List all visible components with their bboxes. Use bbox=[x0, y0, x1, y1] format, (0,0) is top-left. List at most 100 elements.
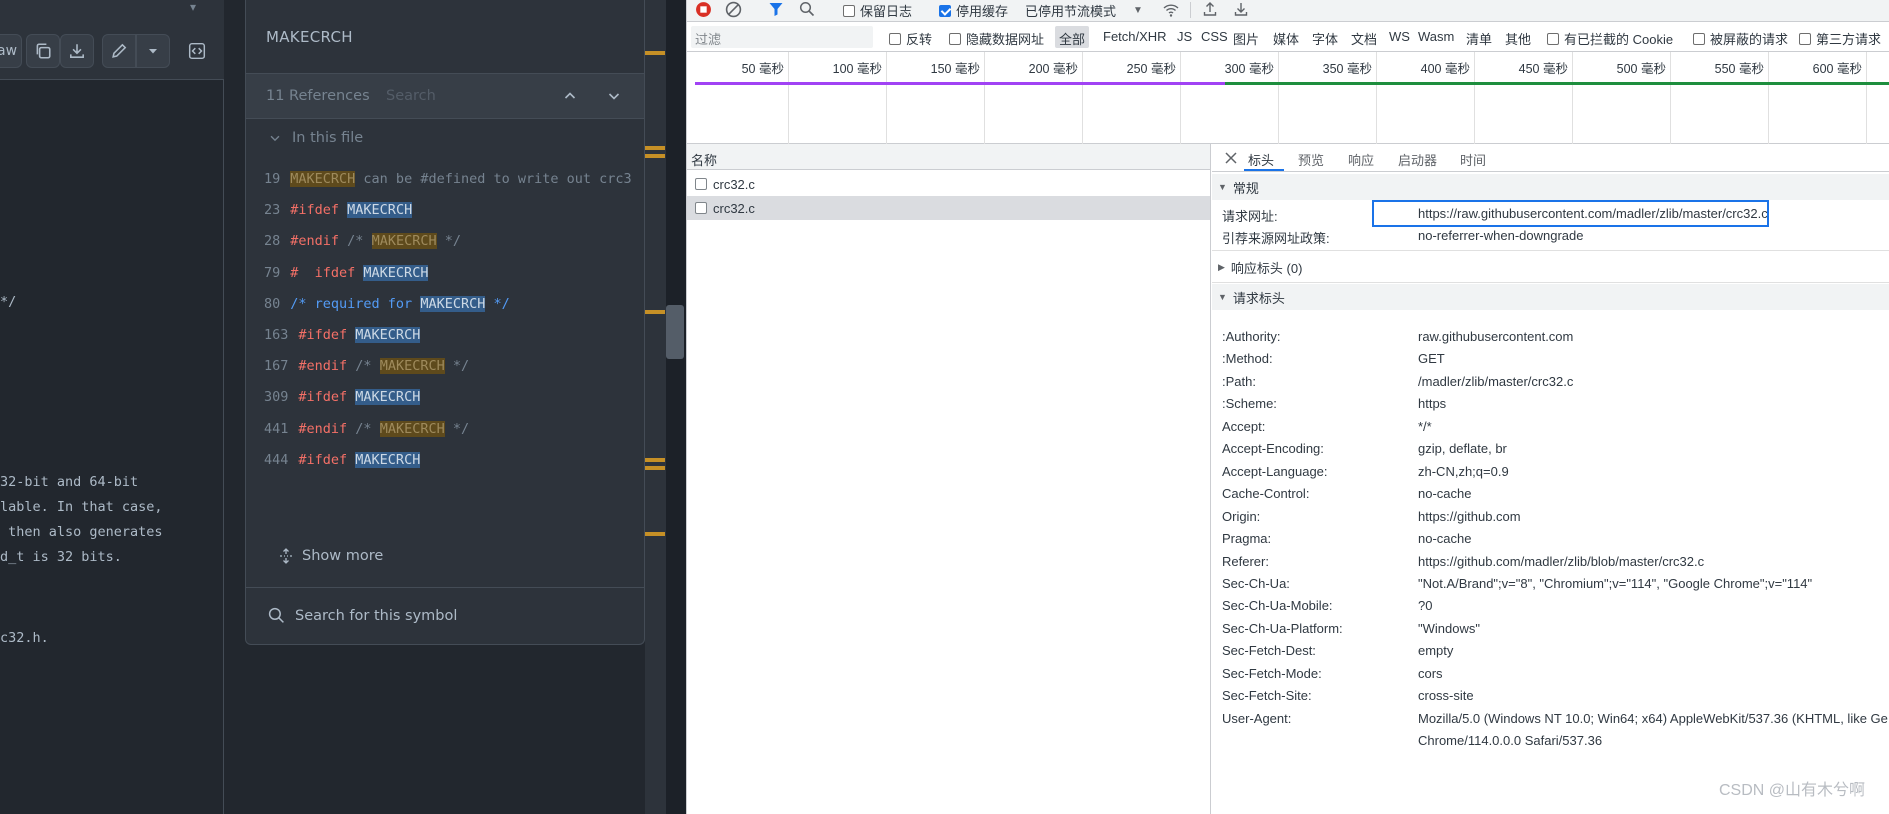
tab-timing[interactable]: 时间 bbox=[1460, 150, 1486, 169]
header-value: https://github.com/madler/zlib/blob/mast… bbox=[1418, 553, 1705, 569]
timeline-gridline bbox=[1278, 52, 1279, 144]
chevron-down-icon[interactable] bbox=[606, 88, 622, 104]
invert-checkbox[interactable]: 反转 bbox=[889, 29, 932, 48]
references-search-input[interactable]: Search bbox=[386, 88, 436, 104]
import-har-icon[interactable] bbox=[1202, 1, 1218, 17]
record-stop-icon[interactable] bbox=[695, 1, 712, 18]
symbols-panel-button[interactable] bbox=[180, 34, 214, 68]
reference-item[interactable]: 79 # ifdef MAKECRCH bbox=[264, 264, 429, 281]
top-dropdown-icon[interactable]: ▾ bbox=[190, 0, 196, 14]
github-scrollbar-thumb[interactable] bbox=[666, 305, 684, 359]
scroll-marker bbox=[645, 532, 665, 536]
code-line: */ bbox=[0, 294, 17, 310]
network-toolbar: 保留日志 停用缓存 已停用节流模式 ▼ bbox=[687, 0, 1889, 22]
type-filter-manifest[interactable]: 清单 bbox=[1466, 29, 1492, 48]
header-value: no-cache bbox=[1418, 531, 1472, 547]
reference-item[interactable]: 441 #endif /* MAKECRCH */ bbox=[264, 420, 469, 437]
blocked-requests-checkbox[interactable]: 被屏蔽的请求 bbox=[1693, 29, 1788, 48]
reference-line-number: 163 bbox=[264, 327, 289, 343]
detail-tabs: 标头 预览 响应 启动器 时间 bbox=[1212, 144, 1889, 172]
type-filter-css[interactable]: CSS bbox=[1201, 29, 1228, 44]
reference-code-suffix: */ bbox=[485, 295, 510, 312]
type-filter-wasm[interactable]: Wasm bbox=[1418, 29, 1454, 44]
reference-item[interactable]: 167 #endif /* MAKECRCH */ bbox=[264, 358, 469, 375]
reference-item[interactable]: 28 #endif /* MAKECRCH */ bbox=[264, 233, 461, 250]
type-filter-img[interactable]: 图片 bbox=[1233, 29, 1259, 48]
tab-active-indicator bbox=[1244, 169, 1284, 171]
export-har-icon[interactable] bbox=[1233, 1, 1249, 17]
throttle-select[interactable]: 已停用节流模式 ▼ bbox=[1025, 1, 1143, 20]
type-filter-font[interactable]: 字体 bbox=[1312, 29, 1338, 48]
tab-response[interactable]: 响应 bbox=[1348, 150, 1374, 169]
third-party-checkbox[interactable]: 第三方请求 bbox=[1799, 29, 1881, 48]
hide-data-urls-checkbox[interactable]: 隐藏数据网址 bbox=[949, 29, 1044, 48]
copy-icon bbox=[36, 43, 51, 59]
scroll-marker bbox=[645, 154, 665, 158]
timeline-tick-label: 200 毫秒 bbox=[1028, 62, 1078, 76]
reference-item[interactable]: 163 #ifdef MAKECRCH bbox=[264, 327, 421, 343]
general-section-header[interactable]: ▼ 常规 bbox=[1212, 174, 1889, 200]
edit-dropdown-button[interactable] bbox=[136, 34, 170, 68]
request-list-header: 名称 bbox=[687, 144, 1210, 170]
request-row[interactable]: crc32.c bbox=[687, 172, 1210, 196]
filter-input[interactable]: 过滤 bbox=[691, 26, 873, 48]
timeline-gridline bbox=[1572, 52, 1573, 144]
disable-cache-checkbox[interactable]: 停用缓存 bbox=[939, 1, 1008, 20]
github-scrollbar-track[interactable] bbox=[666, 0, 686, 814]
type-filter-all[interactable]: 全部 bbox=[1055, 26, 1090, 48]
reference-item[interactable]: 23 #ifdef MAKECRCH bbox=[264, 202, 413, 219]
download-raw-button[interactable] bbox=[60, 34, 94, 68]
checkbox-box bbox=[939, 4, 951, 17]
clear-icon[interactable] bbox=[725, 1, 742, 18]
reference-item[interactable]: 19 MAKECRCH can be #defined to write out … bbox=[264, 171, 632, 187]
type-filter-other[interactable]: 其他 bbox=[1505, 29, 1531, 48]
close-icon[interactable] bbox=[1224, 151, 1238, 165]
code-line: 32-bit and 64-bit bbox=[0, 474, 139, 490]
scroll-marker bbox=[645, 51, 665, 55]
filter-icon[interactable] bbox=[768, 1, 784, 17]
scroll-marker bbox=[645, 466, 665, 470]
code-line: then also generates bbox=[0, 524, 163, 540]
type-filter-ws[interactable]: WS bbox=[1389, 29, 1410, 44]
disable-cache-label: 停用缓存 bbox=[956, 4, 1009, 19]
preserve-log-checkbox[interactable]: 保留日志 bbox=[843, 1, 912, 20]
header-name: :Authority: bbox=[1222, 329, 1281, 344]
checkbox-box bbox=[1547, 32, 1559, 45]
edit-button[interactable] bbox=[102, 34, 136, 68]
reference-item[interactable]: 444 #ifdef MAKECRCH bbox=[264, 451, 421, 468]
watermark: CSDN @山有木兮啊 bbox=[1718, 782, 1865, 799]
reference-code-suffix: can be #defined to write out crc3 bbox=[355, 171, 632, 187]
reference-item[interactable]: 309 #ifdef MAKECRCH bbox=[264, 389, 421, 406]
type-filter-fetch-xhr[interactable]: Fetch/XHR bbox=[1103, 29, 1167, 44]
chevron-up-icon[interactable] bbox=[562, 88, 578, 104]
reference-code-prefix: #endif bbox=[290, 233, 340, 250]
type-filter-media[interactable]: 媒体 bbox=[1273, 29, 1299, 48]
show-more-button[interactable]: Show more bbox=[278, 548, 383, 564]
raw-button[interactable]: aw bbox=[0, 34, 22, 68]
type-filter-doc[interactable]: 文档 bbox=[1351, 29, 1377, 48]
reference-item[interactable]: 80 /* required for MAKECRCH */ bbox=[264, 295, 510, 312]
filter-bar: 过滤 反转 隐藏数据网址 全部 Fetch/XHR JS CSS 图片 媒体 字… bbox=[687, 22, 1889, 52]
request-headers-section-header[interactable]: ▼ 请求标头 bbox=[1212, 284, 1889, 310]
search-symbol-button[interactable]: Search for this symbol bbox=[268, 607, 457, 624]
file-group-toggle[interactable]: In this file bbox=[268, 130, 363, 146]
header-name: :Scheme: bbox=[1222, 396, 1277, 412]
header-name: :Method: bbox=[1222, 351, 1273, 367]
network-conditions-icon[interactable] bbox=[1162, 2, 1180, 18]
blocked-cookies-checkbox[interactable]: 有已拦截的 Cookie bbox=[1547, 29, 1673, 48]
network-overview-timeline[interactable]: 50 毫秒 100 毫秒 150 毫秒 200 毫秒 250 毫秒 300 毫秒 350 毫… bbox=[687, 52, 1889, 144]
reference-code-prefix: #ifdef bbox=[298, 389, 356, 406]
reference-symbol-match: MAKECRCH bbox=[355, 327, 421, 343]
type-filter-js[interactable]: JS bbox=[1177, 29, 1192, 44]
response-headers-section-header[interactable]: ▶ 响应标头 (0) bbox=[1212, 254, 1889, 280]
request-row-selected[interactable]: crc32.c bbox=[687, 196, 1210, 220]
copy-raw-button[interactable] bbox=[26, 34, 60, 68]
tab-headers[interactable]: 标头 bbox=[1248, 150, 1274, 169]
code-line: lable. In that case, bbox=[0, 499, 163, 515]
tab-preview[interactable]: 预览 bbox=[1298, 150, 1324, 169]
tab-initiator[interactable]: 启动器 bbox=[1398, 150, 1437, 169]
github-code-view: ▾ aw */ 32-bit and 64-bit lable. In that… bbox=[0, 0, 670, 814]
search-icon[interactable] bbox=[799, 1, 815, 17]
header-name: Accept: bbox=[1222, 418, 1266, 434]
name-column-header[interactable]: 名称 bbox=[691, 150, 717, 169]
